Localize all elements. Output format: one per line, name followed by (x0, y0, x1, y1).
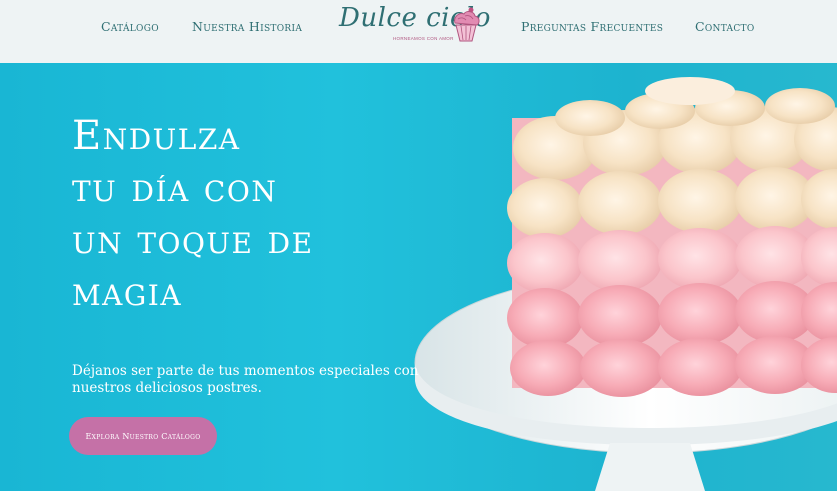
site-logo[interactable]: Dulce cielo HORNEAMOS CON AMOR (337, 3, 490, 51)
headline-line-3: un toque de (72, 217, 314, 263)
hero-section: Endulza tu día con un toque de magia Déj… (0, 63, 837, 491)
nav-nuestra-historia[interactable]: Nuestra Historia (192, 19, 302, 34)
headline-line-4: magia (72, 269, 183, 315)
headline-line-2: tu día con (72, 165, 278, 211)
nav-preguntas-frecuentes[interactable]: Preguntas Frecuentes (521, 19, 663, 34)
cupcake-icon (454, 7, 480, 42)
explore-catalog-button[interactable]: Explora Nuestro Catálogo (69, 417, 217, 455)
logo-tagline: HORNEAMOS CON AMOR (393, 36, 454, 41)
nav-contacto[interactable]: Contacto (695, 19, 755, 34)
site-header: Catálogo Nuestra Historia Dulce cielo HO… (0, 0, 837, 63)
hero-subtitle: Déjanos ser parte de tus momentos especi… (72, 363, 419, 396)
hero-headline: Endulza tu día con un toque de magia (72, 110, 432, 318)
nav-catalogo[interactable]: Catálogo (101, 19, 159, 34)
headline-line-1: Endulza (72, 113, 241, 159)
